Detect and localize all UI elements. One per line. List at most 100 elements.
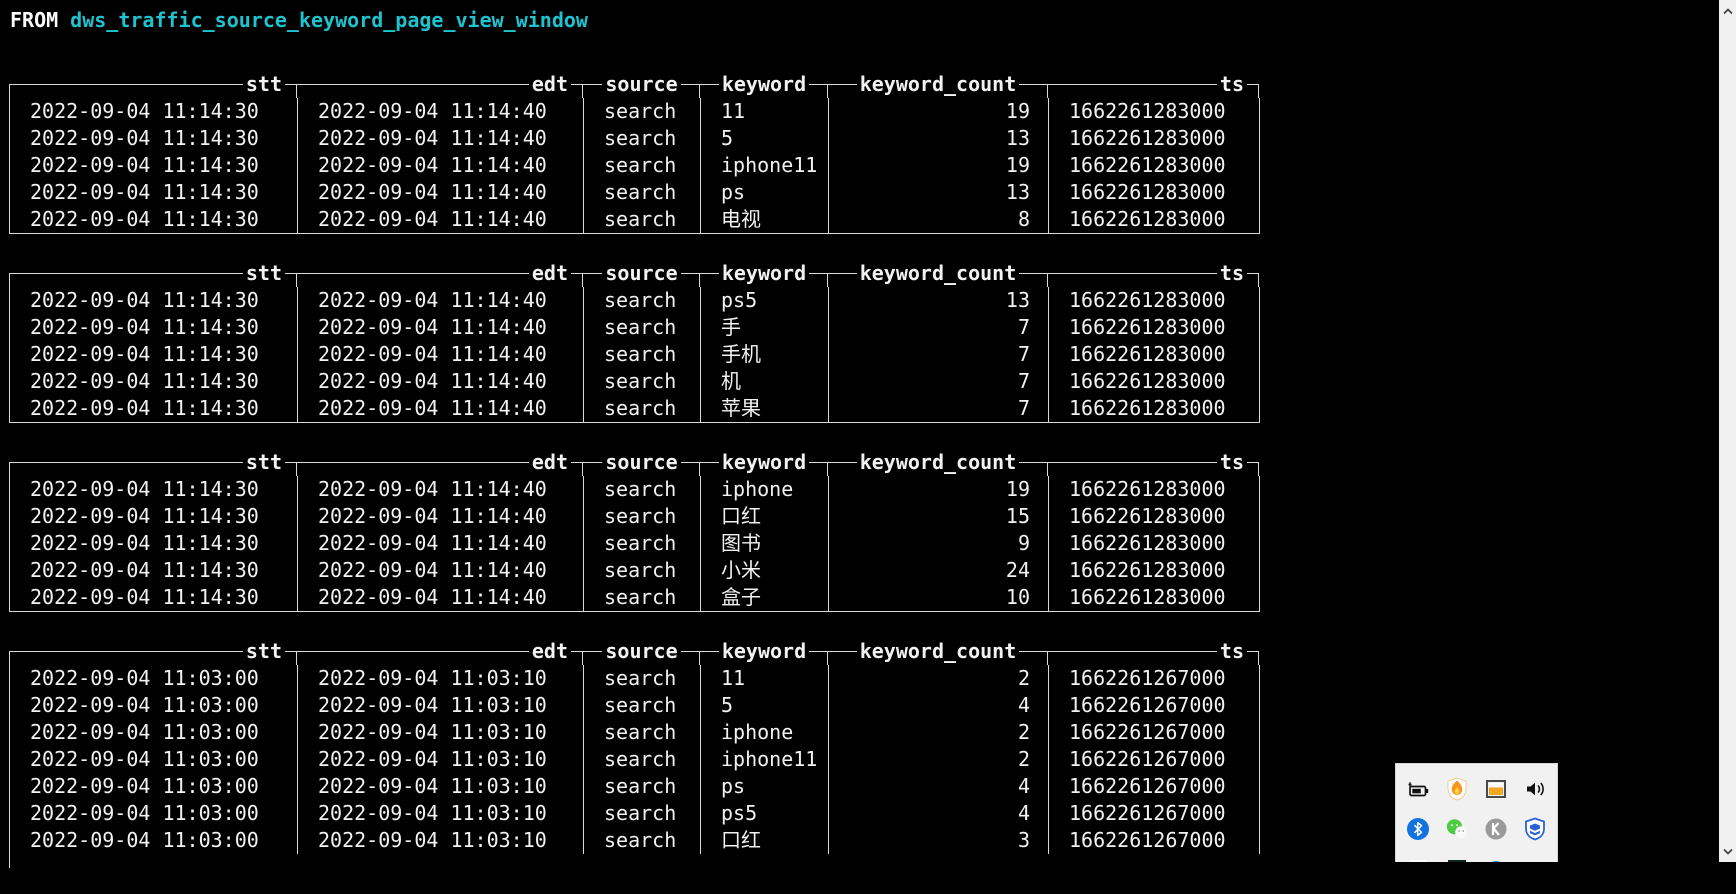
cell-edt: 2022-09-04 11:03:10 <box>298 665 584 692</box>
scrollbar[interactable] <box>1719 0 1736 862</box>
cell-keyword_count: 13 <box>829 179 1049 206</box>
cell-edt: 2022-09-04 11:14:40 <box>298 395 584 422</box>
cell-keyword_count: 15 <box>829 503 1049 530</box>
cell-ts: 1662261267000 <box>1049 800 1260 827</box>
cell-edt: 2022-09-04 11:03:10 <box>298 800 584 827</box>
system-tray-flyout <box>1395 763 1558 862</box>
column-header-label: source <box>602 71 681 98</box>
cell-keyword_count: 2 <box>829 665 1049 692</box>
cell-source: search <box>584 368 701 395</box>
column-header: keyword <box>700 638 828 665</box>
cell-ts: 1662261267000 <box>1049 773 1260 800</box>
column-header: stt <box>9 449 297 476</box>
cell-stt: 2022-09-04 11:14:30 <box>10 287 298 314</box>
table-row: 2022-09-04 11:14:30 2022-09-04 11:14:40 se… <box>10 287 1260 314</box>
window-outline-icon[interactable] <box>1406 857 1430 862</box>
cell-keyword: 手 <box>701 314 829 341</box>
cell-edt: 2022-09-04 11:14:40 <box>298 584 584 611</box>
volume-icon[interactable] <box>1523 777 1547 801</box>
cell-source: search <box>584 395 701 422</box>
column-header-label: keyword_count <box>856 638 1020 665</box>
cell-stt: 2022-09-04 11:03:00 <box>10 665 298 692</box>
column-header-label: ts <box>1216 449 1247 476</box>
table-row: 2022-09-04 11:03:00 2022-09-04 11:03:10 se… <box>10 665 1260 692</box>
table-row: 2022-09-04 11:14:30 2022-09-04 11:14:40 se… <box>10 341 1260 368</box>
cell-keyword: 盒子 <box>701 584 829 611</box>
cell-stt: 2022-09-04 11:03:00 <box>10 692 298 719</box>
column-header: ts <box>1048 638 1259 665</box>
cell-ts: 1662261283000 <box>1049 557 1260 584</box>
bluetooth-icon[interactable] <box>1406 817 1430 841</box>
cell-edt: 2022-09-04 11:03:10 <box>298 746 584 773</box>
cell-stt: 2022-09-04 11:14:30 <box>10 476 298 503</box>
cell-stt: 2022-09-04 11:14:30 <box>10 152 298 179</box>
cell-source: search <box>584 665 701 692</box>
column-header-label: ts <box>1216 71 1247 98</box>
column-header: ts <box>1048 260 1259 287</box>
column-header-label: source <box>602 638 681 665</box>
cell-keyword: 手机 <box>701 341 829 368</box>
cell-keyword_count: 19 <box>829 476 1049 503</box>
column-header-label: edt <box>528 449 571 476</box>
cell-keyword_count: 24 <box>829 557 1049 584</box>
cell-keyword_count: 13 <box>829 125 1049 152</box>
cell-keyword: iphone11 <box>701 746 829 773</box>
cell-ts: 1662261267000 <box>1049 746 1260 773</box>
column-header: edt <box>297 449 583 476</box>
cell-source: search <box>584 827 701 854</box>
cell-keyword: 苹果 <box>701 395 829 422</box>
flame-shield-icon[interactable] <box>1445 777 1469 801</box>
blue-shield-icon[interactable] <box>1523 817 1547 841</box>
cell-edt: 2022-09-04 11:14:40 <box>298 476 584 503</box>
blue-dot-icon[interactable] <box>1484 857 1508 862</box>
table-row: 2022-09-04 11:03:00 2022-09-04 11:03:10 se… <box>10 827 1260 854</box>
cell-keyword_count: 19 <box>829 98 1049 125</box>
cell-keyword: 口红 <box>701 503 829 530</box>
column-header-label: source <box>602 449 681 476</box>
column-header-label: stt <box>242 260 285 287</box>
partial-app-icon[interactable] <box>1523 857 1547 862</box>
cell-edt: 2022-09-04 11:14:40 <box>298 287 584 314</box>
battery-power-icon[interactable] <box>1406 777 1430 801</box>
cell-keyword_count: 2 <box>829 746 1049 773</box>
column-header-label: stt <box>242 638 285 665</box>
column-header: keyword_count <box>828 71 1048 98</box>
cell-source: search <box>584 800 701 827</box>
column-header: keyword_count <box>828 260 1048 287</box>
column-header-label: keyword_count <box>856 260 1020 287</box>
column-header-label: keyword <box>718 71 810 98</box>
chevron-down-icon[interactable] <box>1719 843 1736 859</box>
cell-keyword_count: 13 <box>829 287 1049 314</box>
cell-edt: 2022-09-04 11:14:40 <box>298 206 584 233</box>
cell-ts: 1662261267000 <box>1049 692 1260 719</box>
column-header: edt <box>297 638 583 665</box>
cell-edt: 2022-09-04 11:14:40 <box>298 152 584 179</box>
cell-ts: 1662261267000 <box>1049 665 1260 692</box>
cell-keyword: ps5 <box>701 800 829 827</box>
cell-edt: 2022-09-04 11:03:10 <box>298 827 584 854</box>
result-table: stt edt source keyword keyword_count ts 2022-0… <box>9 638 1260 868</box>
column-header: keyword <box>700 260 828 287</box>
cell-source: search <box>584 314 701 341</box>
cell-source: search <box>584 773 701 800</box>
cell-stt: 2022-09-04 11:14:30 <box>10 584 298 611</box>
letter-k-icon[interactable] <box>1484 817 1508 841</box>
app-window-icon[interactable] <box>1484 777 1508 801</box>
cell-keyword: 5 <box>701 692 829 719</box>
cell-keyword: 图书 <box>701 530 829 557</box>
cell-keyword: 机 <box>701 368 829 395</box>
cell-keyword_count: 9 <box>829 530 1049 557</box>
cell-source: search <box>584 584 701 611</box>
table-row: 2022-09-04 11:14:30 2022-09-04 11:14:40 se… <box>10 368 1260 395</box>
table-row: 2022-09-04 11:14:30 2022-09-04 11:14:40 se… <box>10 125 1260 152</box>
cell-edt: 2022-09-04 11:14:40 <box>298 503 584 530</box>
cell-keyword: 11 <box>701 665 829 692</box>
wechat-icon[interactable] <box>1445 817 1469 841</box>
cell-stt: 2022-09-04 11:14:30 <box>10 206 298 233</box>
cell-edt: 2022-09-04 11:14:40 <box>298 368 584 395</box>
column-header: keyword <box>700 71 828 98</box>
column-header: source <box>583 638 700 665</box>
cell-keyword: 5 <box>701 125 829 152</box>
chevron-up-icon[interactable] <box>1719 3 1736 19</box>
green-app-icon[interactable] <box>1445 857 1469 862</box>
